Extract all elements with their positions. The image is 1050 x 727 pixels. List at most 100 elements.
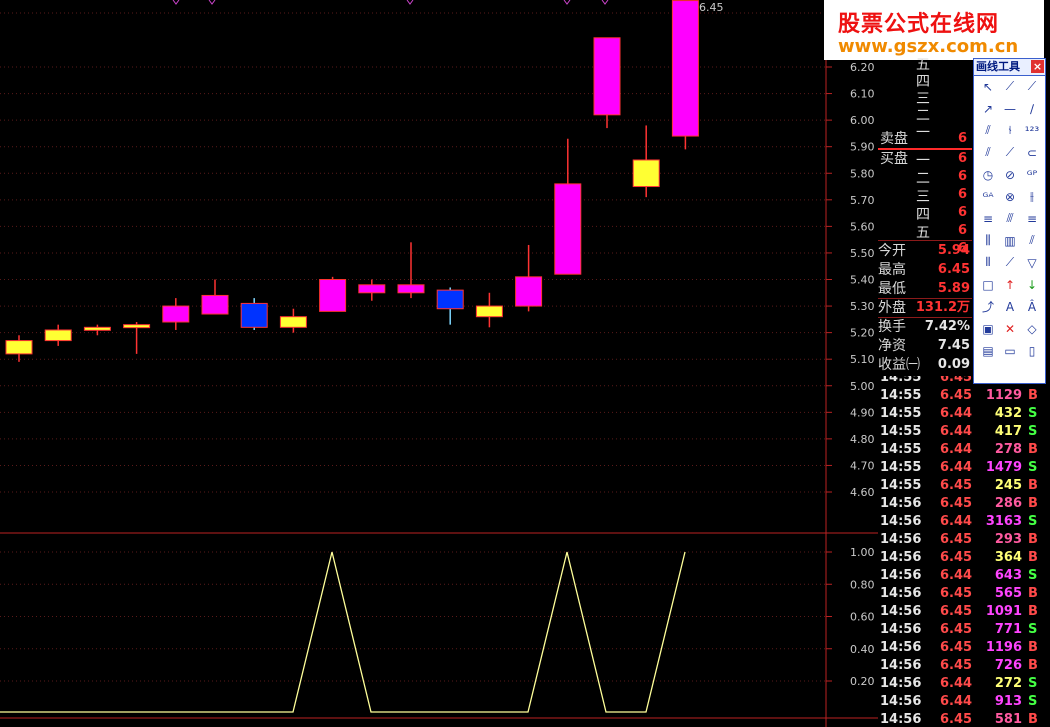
gann-icon[interactable]: ⊗ xyxy=(1000,187,1020,206)
tick-price: 6.44 xyxy=(940,406,973,421)
tick-price: 6.45 xyxy=(940,712,973,727)
down-arrow-icon[interactable]: ↓ xyxy=(1022,275,1042,294)
candle[interactable] xyxy=(123,322,151,354)
tick-price: 6.44 xyxy=(940,676,973,691)
tick-side: B xyxy=(1028,478,1038,493)
period-icon[interactable]: ⫲ xyxy=(1022,187,1042,206)
price-tick-label: 6.10 xyxy=(850,88,875,101)
rect-icon[interactable]: □ xyxy=(978,275,998,294)
list-icon[interactable]: ▤ xyxy=(978,341,998,360)
tick-time: 14:55 xyxy=(880,460,922,475)
arc-icon[interactable]: ⊂ xyxy=(1022,143,1042,162)
candle[interactable] xyxy=(201,279,229,315)
tick-price: 6.44 xyxy=(940,442,973,457)
tick-row: 14:56 6.45 1196 B xyxy=(878,639,1050,657)
chart-area[interactable]: 6.20 6.10 6.00 5.90 5.80 5.70 5.60 5.50 5.40 5.30… xyxy=(0,0,878,727)
grid-icon[interactable]: ⫼ xyxy=(978,231,998,250)
candle[interactable] xyxy=(5,335,33,362)
price-tick-label: 6.00 xyxy=(850,114,875,127)
gp-icon[interactable]: ᴳᴾ xyxy=(1022,165,1042,184)
bid-level-label: 二 xyxy=(916,171,930,187)
line-icon[interactable]: ⟋ xyxy=(1000,77,1020,96)
candle[interactable] xyxy=(279,308,307,333)
number-icon[interactable]: ¹²³ xyxy=(1022,121,1042,140)
stat-label: 今开 xyxy=(878,243,906,259)
candle-body xyxy=(515,276,543,307)
tick-row: 14:56 6.45 286 B xyxy=(878,495,1050,513)
fan-icon[interactable]: ⟋ xyxy=(1000,143,1020,162)
tick-volume: 1129 xyxy=(985,388,1022,403)
fib-icon[interactable]: ≡ xyxy=(978,209,998,228)
delete-icon[interactable]: ✕ xyxy=(1000,319,1020,338)
swap-icon[interactable]: ⤴ xyxy=(978,297,998,316)
candle-body xyxy=(44,329,72,342)
candle[interactable] xyxy=(515,244,543,312)
candle[interactable] xyxy=(671,0,699,150)
candle[interactable] xyxy=(436,287,464,325)
tick-side: B xyxy=(1028,640,1038,655)
parallel-icon[interactable]: ⫽ xyxy=(978,121,998,140)
vertical-line-icon[interactable]: ⫮ xyxy=(1000,121,1020,140)
speed-icon[interactable]: ⫻ xyxy=(1000,209,1020,228)
tick-row: 14:56 6.45 771 S xyxy=(878,621,1050,639)
ga-icon[interactable]: ᴳᴬ xyxy=(978,187,998,206)
candle[interactable] xyxy=(44,324,72,346)
candle[interactable] xyxy=(358,279,386,301)
text-icon[interactable]: A xyxy=(1000,297,1020,316)
tick-time: 14:56 xyxy=(880,712,922,727)
arrow-line-icon[interactable]: ↗ xyxy=(978,99,998,118)
ask-level-label: 四 xyxy=(916,74,930,90)
tick-side: B xyxy=(1028,604,1038,619)
candle[interactable] xyxy=(593,37,621,129)
stat-row: 最高 6.45 xyxy=(878,261,972,279)
tick-time: 14:56 xyxy=(880,640,922,655)
angle-icon[interactable]: ⟋ xyxy=(1000,253,1020,272)
tick-side: S xyxy=(1028,676,1038,691)
drawing-toolbox[interactable]: 画线工具 × ↖ ⟋ ⟋ ↗ — ∕ ⫽ ⫮ ¹²³ ⫽ ⟋ ⊂ ◷ ⊘ ᴳᴾ ᴳᴬ ⊗ ⫲ ≡ ⫻ ≡ ⫼ ▥ ⫽ ⦀ ⟋ ▽ □ ↑… xyxy=(973,58,1046,384)
triangle-icon[interactable]: ≡ xyxy=(1022,209,1042,228)
level-price: 6 xyxy=(958,169,968,184)
bid-level-label: 三 xyxy=(916,189,930,205)
tick-volume: 293 xyxy=(994,532,1022,547)
up-arrow-icon[interactable]: ↑ xyxy=(1000,275,1020,294)
tick-time: 14:55 xyxy=(880,478,922,493)
candle[interactable] xyxy=(475,292,503,328)
bars-icon[interactable]: ▥ xyxy=(1000,231,1020,250)
stat-value: 7.45 xyxy=(937,338,970,353)
candle-body xyxy=(123,324,151,329)
candle[interactable] xyxy=(397,242,425,299)
tick-time: 14:55 xyxy=(880,442,922,457)
cycle-icon[interactable]: ◷ xyxy=(978,165,998,184)
stat-row: 最低 5.89 xyxy=(878,280,972,298)
candle[interactable] xyxy=(632,125,660,198)
gann-fan-icon[interactable]: ⫽ xyxy=(1022,231,1042,250)
tick-volume: 364 xyxy=(994,550,1022,565)
candle-body xyxy=(554,183,582,275)
candle[interactable] xyxy=(83,324,111,336)
stat-label: 最高 xyxy=(878,262,906,278)
triangle2-icon[interactable]: ▽ xyxy=(1022,253,1042,272)
toolbox-title[interactable]: 画线工具 × xyxy=(974,59,1045,76)
channel-icon[interactable]: ⫽ xyxy=(978,143,998,162)
cursor-icon[interactable]: ↖ xyxy=(978,77,998,96)
candle[interactable] xyxy=(240,298,268,330)
segment-icon[interactable]: — xyxy=(1000,99,1020,118)
dot-line-icon[interactable]: ∕ xyxy=(1022,99,1042,118)
tick-list[interactable]: 14:556.451812B14:556.451129B14:556.44432… xyxy=(878,376,1050,727)
circle-icon[interactable]: ⊘ xyxy=(1000,165,1020,184)
hide-icon[interactable]: ◇ xyxy=(1022,319,1042,338)
stamp-icon[interactable]: ▣ xyxy=(978,319,998,338)
candle[interactable] xyxy=(319,276,347,312)
tick-time: 14:56 xyxy=(880,694,922,709)
bars2-icon[interactable]: ⦀ xyxy=(978,253,998,272)
candle-body xyxy=(162,305,190,323)
candle-body xyxy=(593,37,621,116)
ray-icon[interactable]: ⟋ xyxy=(1022,77,1042,96)
text2-icon[interactable]: Â xyxy=(1022,297,1042,316)
export-icon[interactable]: ▯ xyxy=(1022,341,1042,360)
candle[interactable] xyxy=(554,138,582,275)
ruler-icon[interactable]: ▭ xyxy=(1000,341,1020,360)
candle[interactable] xyxy=(162,298,190,330)
close-icon[interactable]: × xyxy=(1031,60,1044,73)
tick-price: 6.44 xyxy=(940,568,973,583)
